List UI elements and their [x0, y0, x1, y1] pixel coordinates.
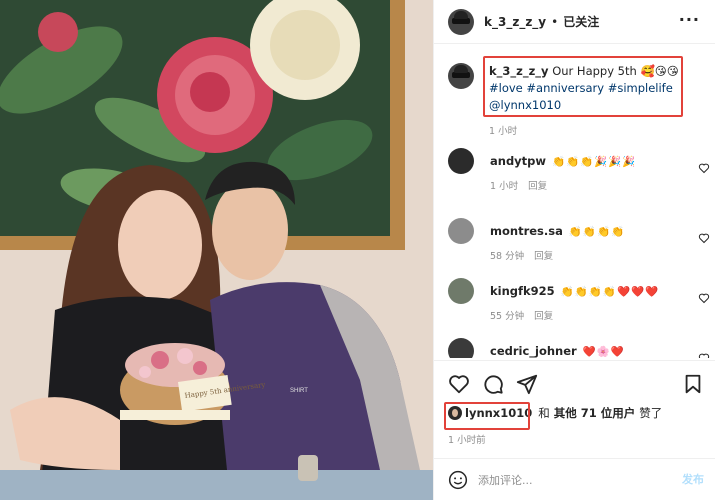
commenter-avatar[interactable]: [448, 338, 474, 358]
post-comment-button[interactable]: 发布: [682, 471, 704, 487]
like-comment-heart-icon[interactable]: [698, 232, 710, 244]
comments-list: andytpw 👏👏👏🎉🎉🎉 1 小时 回复 montres.sa 👏👏👏👏 58 分…: [448, 148, 715, 358]
add-comment-bar: 发布: [434, 458, 715, 500]
share-paper-plane-icon[interactable]: [516, 373, 538, 395]
emoji-smile-icon[interactable]: [448, 470, 468, 490]
comment-text: ❤️🌸❤️: [582, 346, 625, 358]
comment-item: kingfk925 👏👏👏👏❤️❤️❤️ 55 分钟 回复: [448, 278, 715, 326]
comment-time: 58 分钟: [490, 251, 525, 262]
comment-text: 👏👏👏👏: [568, 226, 626, 238]
commenter-username[interactable]: cedric_johner: [490, 344, 577, 358]
comment-text: 👏👏👏🎉🎉🎉: [552, 156, 637, 168]
comment-item: andytpw 👏👏👏🎉🎉🎉 1 小时 回复: [448, 148, 715, 196]
comment-item: cedric_johner ❤️🌸❤️: [448, 338, 715, 358]
like-comment-heart-icon[interactable]: [698, 162, 710, 174]
post-header: k_3_z_z_y • 已关注 ···: [434, 0, 715, 44]
commenter-username[interactable]: montres.sa: [490, 224, 563, 238]
comment-item: montres.sa 👏👏👏👏 58 分钟 回复: [448, 218, 715, 266]
likes-others-link[interactable]: 其他 71 位用户: [554, 405, 636, 421]
commenter-username[interactable]: kingfk925: [490, 284, 555, 298]
commenter-avatar[interactable]: [448, 278, 474, 304]
like-comment-heart-icon[interactable]: [698, 352, 710, 358]
shirt-print-text: SHIRT: [290, 388, 308, 394]
reply-button[interactable]: 回复: [534, 251, 553, 262]
like-heart-icon[interactable]: [448, 373, 470, 395]
caption-highlight-box: [483, 56, 683, 117]
reply-button[interactable]: 回复: [534, 311, 553, 322]
caption-author-avatar[interactable]: [448, 63, 474, 89]
comment-bubble-icon[interactable]: [482, 373, 504, 395]
comment-input[interactable]: [478, 471, 658, 489]
more-options-icon[interactable]: ···: [679, 10, 700, 29]
author-avatar[interactable]: [448, 8, 474, 35]
separator-dot: •: [551, 14, 559, 29]
likes-suffix: 赞了: [639, 406, 663, 420]
author-username[interactable]: k_3_z_z_y: [484, 15, 546, 29]
post-action-bar: [434, 360, 715, 400]
commenter-avatar[interactable]: [448, 218, 474, 244]
commenter-username[interactable]: andytpw: [490, 154, 546, 168]
comment-time: 55 分钟: [490, 311, 525, 322]
instagram-post-view: Happy 5th anniversary SHIRT k_3_z_z_y • …: [0, 0, 715, 500]
commenter-avatar[interactable]: [448, 148, 474, 174]
couple-photo-illustration: Happy 5th anniversary SHIRT: [0, 0, 433, 500]
following-button[interactable]: 已关注: [563, 13, 599, 30]
caption-time: 1 小时: [489, 126, 518, 137]
post-timestamp: 1 小时前: [448, 435, 486, 446]
comment-time: 1 小时: [490, 181, 519, 192]
comment-text: 👏👏👏👏❤️❤️❤️: [560, 286, 660, 298]
like-comment-heart-icon[interactable]: [698, 292, 710, 304]
reply-button[interactable]: 回复: [528, 181, 547, 192]
post-photo[interactable]: Happy 5th anniversary SHIRT: [0, 0, 433, 500]
liker-highlight-box: [444, 402, 530, 430]
save-bookmark-icon[interactable]: [682, 373, 704, 395]
likes-and-text: 和: [538, 406, 550, 420]
